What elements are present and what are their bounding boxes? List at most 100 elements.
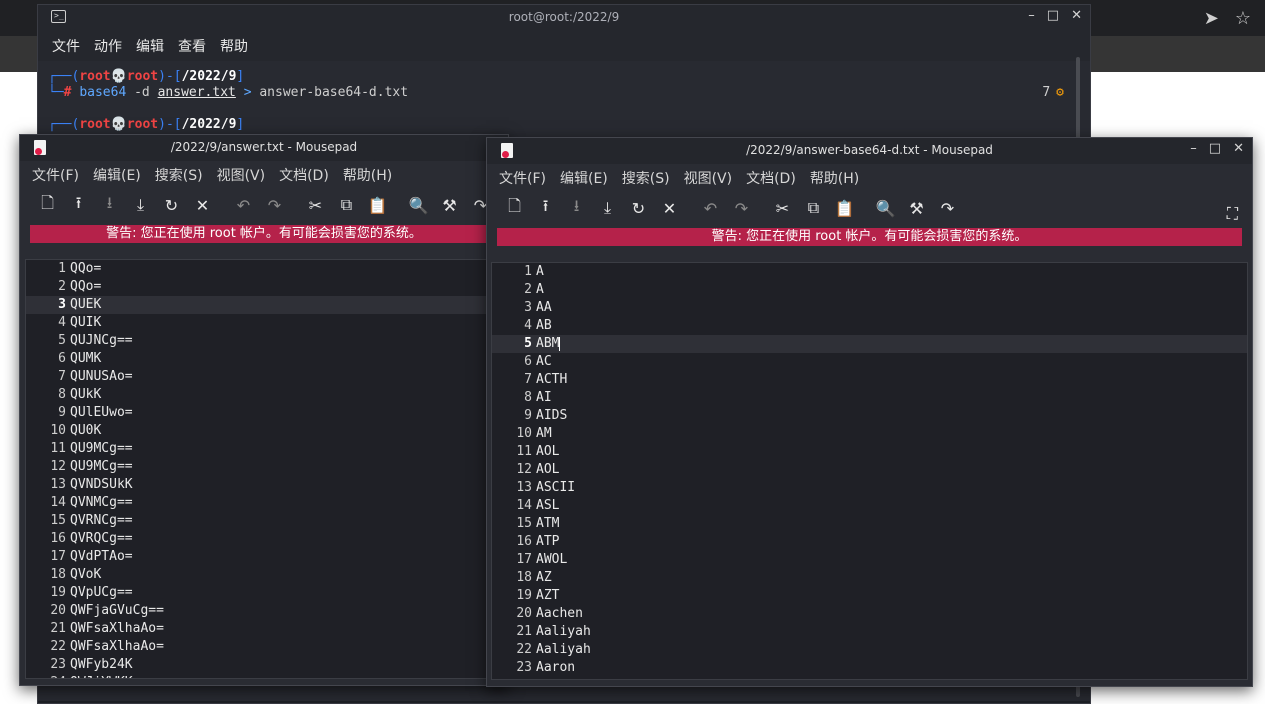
redo-icon[interactable]: ↷: [259, 191, 290, 219]
menu-item-view[interactable]: 视图(V): [684, 168, 733, 188]
line-text: QWFsaXlhaAo=: [70, 639, 164, 654]
new-document-icon[interactable]: 🗋: [499, 194, 530, 222]
undo-icon[interactable]: ↶: [228, 191, 259, 219]
text-editor[interactable]: 1 QQo= 2 QQo= 3 QUEK 4 QUIK 5 QUJNCg== 6 QUMK 7 QUNUS…: [25, 259, 503, 679]
line-number: 10: [50, 423, 66, 438]
star-icon[interactable]: ☆: [1235, 8, 1251, 29]
line-text: Aachen: [536, 606, 583, 621]
editor-line: 20 Aachen: [492, 605, 1247, 623]
window-titlebar: /2022/9/answer.txt - Mousepad: [20, 135, 508, 161]
redo-icon[interactable]: ↷: [726, 194, 757, 222]
editor-line: 23 Aaron: [492, 659, 1247, 677]
save-as-icon[interactable]: ⤓: [125, 191, 156, 219]
send-icon[interactable]: ➤: [1204, 8, 1219, 29]
menu-item-search[interactable]: 搜索(S): [622, 168, 670, 188]
minimize-button[interactable]: –: [1028, 8, 1035, 23]
menu-item-search[interactable]: 搜索(S): [155, 165, 203, 185]
close-button[interactable]: ✕: [1071, 8, 1082, 23]
line-number: 18: [50, 567, 66, 582]
editor-line: 6 QUMK: [26, 350, 502, 368]
menu-item-file[interactable]: 文件(F): [499, 168, 546, 188]
reload-icon[interactable]: ↻: [623, 194, 654, 222]
editor-lines: 1 QQo= 2 QQo= 3 QUEK 4 QUIK 5 QUJNCg== 6 QUMK 7 QUNUS…: [26, 260, 502, 678]
menu-item-edit[interactable]: 编辑(E): [560, 168, 608, 188]
menu-item-help[interactable]: 帮助(H): [810, 168, 859, 188]
open-icon[interactable]: ⭱: [63, 191, 94, 219]
line-number: 23: [516, 660, 532, 675]
menu-item-view[interactable]: 查看: [178, 36, 206, 56]
line-text: ASCII: [536, 480, 576, 495]
line-text: QWFsaXlhaAo=: [70, 621, 164, 636]
line-text: ATM: [536, 516, 560, 531]
line-text: QWJiYWKK: [70, 674, 133, 678]
menu-item-document[interactable]: 文档(D): [279, 165, 329, 185]
line-text: QQo=: [70, 279, 102, 294]
copy-icon[interactable]: ⧉: [798, 194, 829, 222]
menu-item-file[interactable]: 文件: [52, 36, 80, 56]
cut-icon[interactable]: ✂: [767, 194, 798, 222]
editor-line: 15 ATM: [492, 515, 1247, 533]
prompt-line: ┌──(root💀root)-[/2022/9]: [48, 117, 245, 132]
line-number: 24: [26, 674, 70, 678]
line-text: QUIK: [70, 315, 102, 330]
goto-icon[interactable]: ↷: [932, 194, 963, 222]
line-text: AIDS: [536, 408, 568, 423]
search-icon[interactable]: 🔍: [870, 194, 901, 222]
job-status: 7 ⚙: [1042, 85, 1064, 100]
editor-line: 4 QUIK: [26, 314, 502, 332]
line-number: 13: [50, 477, 66, 492]
save-icon[interactable]: ⭳: [94, 191, 125, 219]
editor-line: 10 QU0K: [26, 422, 502, 440]
line-text: QUEK: [70, 297, 102, 312]
line-text: Aaliyah: [536, 642, 591, 657]
line-number: 7: [524, 372, 532, 387]
line-number: 7: [58, 369, 66, 384]
menu-item-help[interactable]: 帮助: [220, 36, 248, 56]
paste-icon[interactable]: 📋: [829, 194, 860, 222]
copy-icon[interactable]: ⧉: [331, 191, 362, 219]
open-icon[interactable]: ⭱: [530, 194, 561, 222]
menu-item-action[interactable]: 动作: [94, 36, 122, 56]
menu-item-help[interactable]: 帮助(H): [343, 165, 392, 185]
reload-icon[interactable]: ↻: [156, 191, 187, 219]
menu-item-edit[interactable]: 编辑: [136, 36, 164, 56]
menu-item-edit[interactable]: 编辑(E): [93, 165, 141, 185]
save-icon[interactable]: ⭳: [561, 194, 592, 222]
line-text: QVdPTAo=: [70, 549, 133, 564]
line-number: 24: [492, 677, 536, 679]
minimize-button[interactable]: –: [1190, 141, 1197, 156]
close-icon[interactable]: ✕: [187, 191, 218, 219]
close-button[interactable]: ✕: [1233, 141, 1244, 156]
menu-item-document[interactable]: 文档(D): [746, 168, 796, 188]
menu-item-file[interactable]: 文件(F): [32, 165, 79, 185]
fullscreen-icon[interactable]: ⛶: [1227, 204, 1238, 224]
line-text: ATP: [536, 534, 560, 549]
editor-line: 10 AM: [492, 425, 1247, 443]
paste-icon[interactable]: 📋: [362, 191, 393, 219]
line-number: 3: [58, 297, 66, 312]
maximize-button[interactable]: □: [1209, 141, 1221, 156]
menubar: 文件(F) 编辑(E) 搜索(S) 视图(V) 文档(D) 帮助(H): [487, 164, 1252, 192]
menu-item-view[interactable]: 视图(V): [217, 165, 266, 185]
replace-icon[interactable]: ⚒: [434, 191, 465, 219]
line-text: AM: [536, 426, 552, 441]
editor-line: 20 QWFjaGVuCg==: [26, 602, 502, 620]
maximize-button[interactable]: □: [1047, 8, 1059, 23]
new-document-icon[interactable]: 🗋: [32, 191, 63, 219]
line-text: QVNMCg==: [70, 495, 133, 510]
save-as-icon[interactable]: ⤓: [592, 194, 623, 222]
line-number: 21: [516, 624, 532, 639]
line-text: AZT: [536, 588, 560, 603]
line-number: 16: [516, 534, 532, 549]
search-icon[interactable]: 🔍: [403, 191, 434, 219]
line-text: AOL: [536, 444, 560, 459]
editor-line: 14 ASL: [492, 497, 1247, 515]
undo-icon[interactable]: ↶: [695, 194, 726, 222]
cut-icon[interactable]: ✂: [300, 191, 331, 219]
close-icon[interactable]: ✕: [654, 194, 685, 222]
editor-line: 19 QVpUCg==: [26, 584, 502, 602]
text-editor[interactable]: 1 A 2 A 3 AA 4 AB 5 ABM 6 AC 7 ACTH 8 AI 9 AIDS 10 AM 11 AOL 1…: [491, 262, 1248, 680]
replace-icon[interactable]: ⚒: [901, 194, 932, 222]
mousepad-window-answer: /2022/9/answer.txt - Mousepad 文件(F) 编辑(E…: [19, 134, 509, 686]
prompt-line: ┌──(root💀root)-[/2022/9]: [48, 69, 245, 84]
